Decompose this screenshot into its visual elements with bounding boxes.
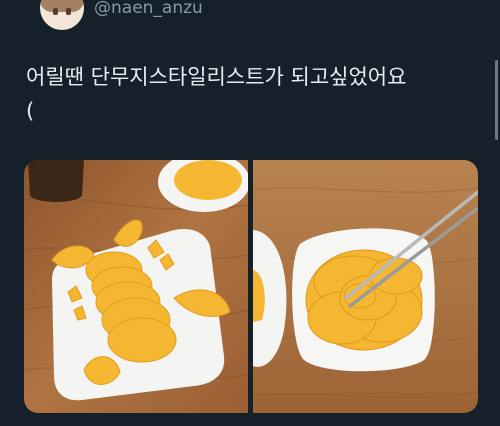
user-handle[interactable]: @naen_anzu — [94, 0, 203, 18]
avatar-hair — [40, 0, 84, 12]
tweet-media[interactable] — [24, 160, 478, 413]
avatar[interactable] — [40, 0, 84, 30]
photo-left — [24, 160, 250, 413]
scrollbar[interactable] — [495, 60, 498, 140]
photo-right — [252, 160, 478, 413]
tweet-text: 어릴땐 단무지스타일리스트가 되고싶었어요 ( — [26, 65, 407, 123]
avatar-eye-left — [53, 8, 58, 15]
avatar-eye-right — [66, 8, 71, 15]
cup — [28, 160, 84, 202]
